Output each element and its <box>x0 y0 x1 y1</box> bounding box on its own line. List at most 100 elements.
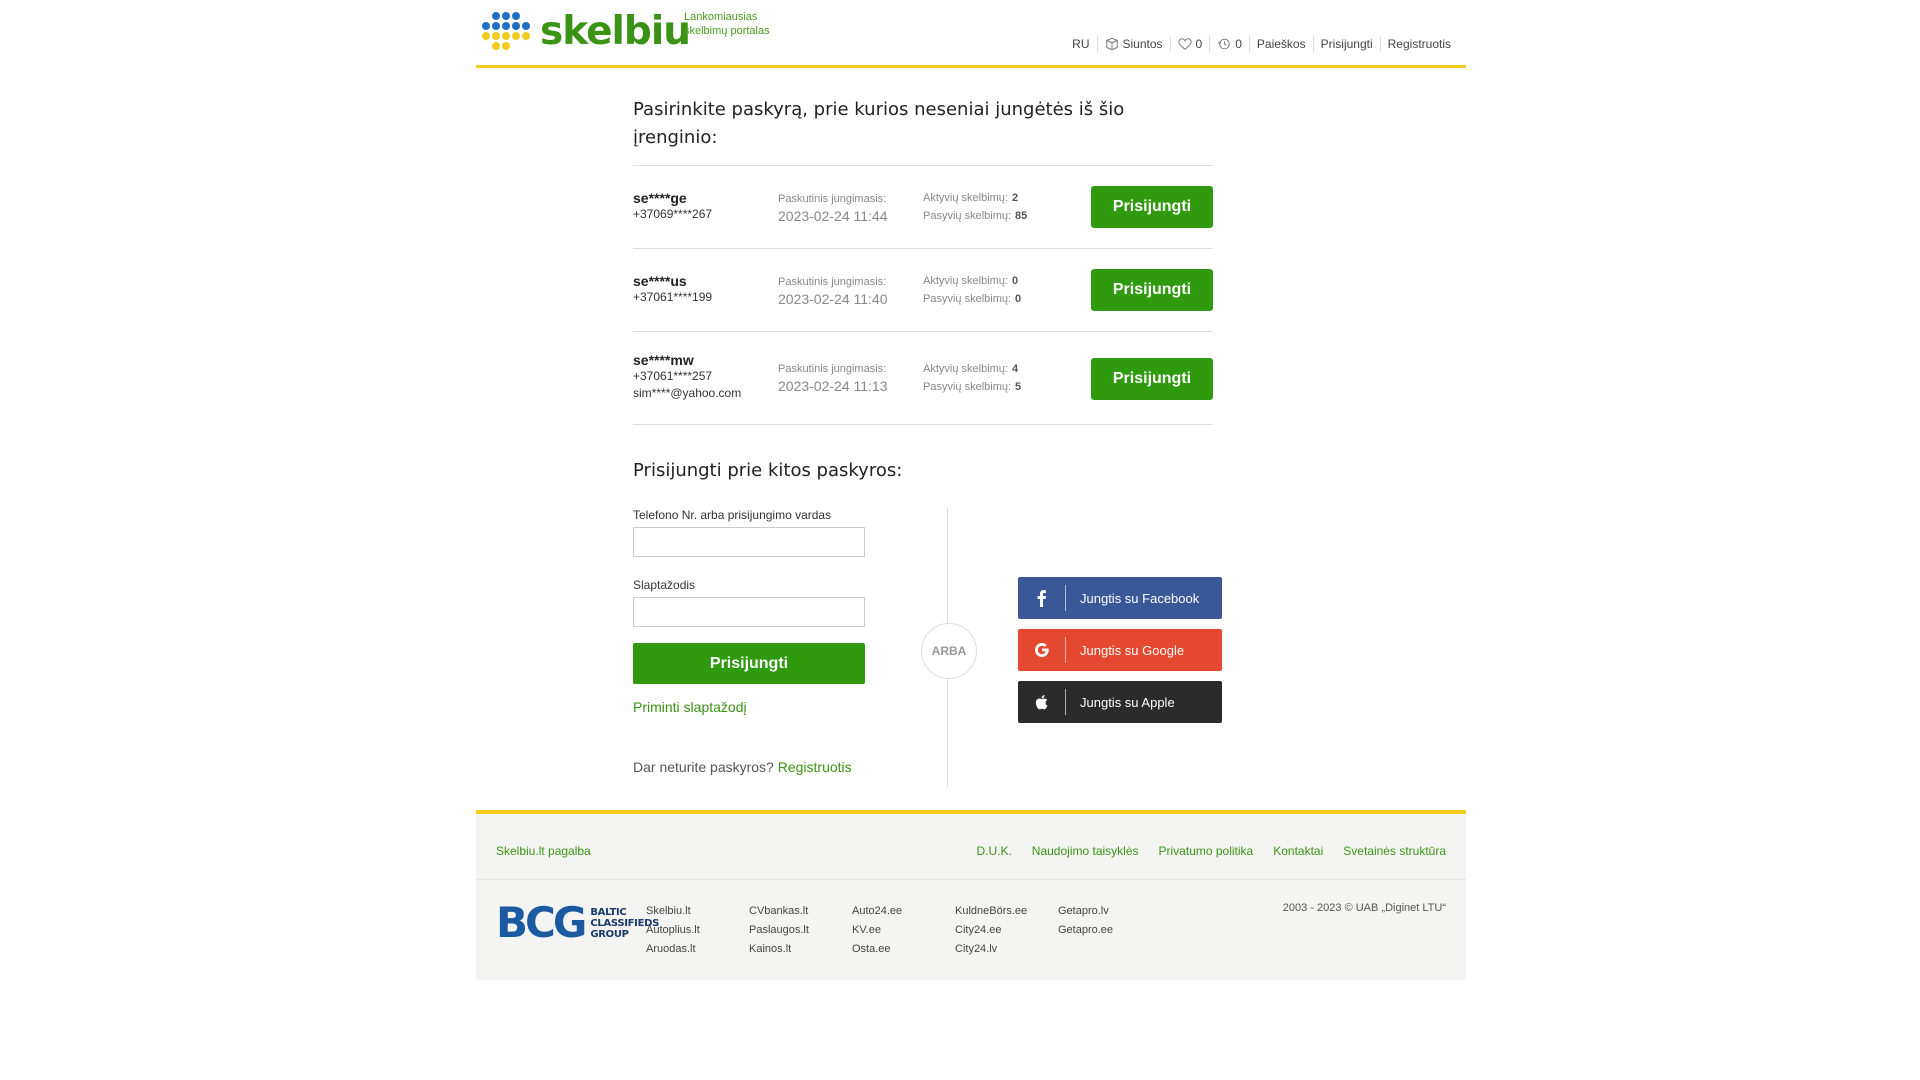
tagline-line-2: skelbimų portalas <box>684 25 770 37</box>
passive-label: Pasyvių skelbimų: <box>923 293 1012 305</box>
account-phone: +37069****267 <box>633 207 713 221</box>
site-link[interactable]: City24.lv <box>955 940 1058 959</box>
account-row: se****us +37061****199 Paskutinis jungim… <box>633 249 1213 332</box>
passive-count: 85 <box>1015 210 1028 222</box>
footer-link-contacts[interactable]: Kontaktai <box>1273 844 1323 858</box>
site-link[interactable]: Getapro.ee <box>1058 921 1161 940</box>
site-link[interactable]: Osta.ee <box>852 940 955 959</box>
google-login-button[interactable]: Jungtis su Google <box>1018 629 1222 671</box>
nav-login-label: Prisijungti <box>1320 37 1373 51</box>
logo-wordmark: skelbiu <box>540 9 691 54</box>
active-label: Aktyvių skelbimų: <box>923 363 1008 375</box>
site-link[interactable]: Auto24.ee <box>852 902 955 921</box>
or-badge: ARBA <box>921 623 977 679</box>
account-stats: Aktyvių skelbimų: 0 Pasyvių skelbimų: 0 <box>923 272 1021 308</box>
site-link[interactable]: Autoplius.lt <box>646 921 749 940</box>
nav-history[interactable]: 0 <box>1209 36 1249 52</box>
facebook-login-button[interactable]: Jungtis su Facebook <box>1018 577 1222 619</box>
account-last-login: Paskutinis jungimasis: 2023-02-24 11:13 <box>778 362 888 395</box>
site-link[interactable]: KV.ee <box>852 921 955 940</box>
main-content: Pasirinkite paskyrą, prie kurios nesenia… <box>633 96 1222 807</box>
account-identity: se****mw +37061****257 sim****@yahoo.com <box>633 352 741 402</box>
active-label: Aktyvių skelbimų: <box>923 275 1008 287</box>
footer-help-link[interactable]: Skelbiu.lt pagalba <box>496 844 591 858</box>
register-link[interactable]: Registruotis <box>778 759 852 775</box>
footer-link-privacy[interactable]: Privatumo politika <box>1159 844 1254 858</box>
site-link[interactable]: KuldneBörs.ee <box>955 902 1058 921</box>
password-input[interactable] <box>633 597 865 627</box>
nav-lang-ru[interactable]: RU <box>1065 36 1096 52</box>
site-column: Auto24.ee KV.ee Osta.ee <box>852 902 955 959</box>
box-icon <box>1105 37 1118 51</box>
logo[interactable]: skelbiu <box>480 9 691 54</box>
login-form: Telefono Nr. arba prisijungimo vardas Sl… <box>633 507 865 776</box>
site-header: skelbiu Lankomiausias skelbimų portalas … <box>476 0 1466 68</box>
active-count: 4 <box>1011 363 1019 375</box>
passive-count: 0 <box>1015 293 1022 305</box>
account-login-button[interactable]: Prisijungti <box>1091 269 1213 311</box>
footer-link-terms[interactable]: Naudojimo taisyklės <box>1032 844 1139 858</box>
nav-register-label: Registruotis <box>1387 37 1451 51</box>
last-login-value: 2023-02-24 11:13 <box>778 378 888 394</box>
site-link[interactable]: Getapro.lv <box>1058 902 1161 921</box>
last-login-value: 2023-02-24 11:40 <box>778 291 888 307</box>
site-link[interactable]: Aruodas.lt <box>646 940 749 959</box>
nav-login[interactable]: Prisijungti <box>1312 36 1380 52</box>
top-nav: RU Siuntos 0 0 Paieškos Prisijungti Regi… <box>1065 36 1458 52</box>
last-login-label: Paskutinis jungimasis: <box>778 193 887 205</box>
username-input[interactable] <box>633 527 865 557</box>
copyright: 2003 - 2023 © UAB „Diginet LTU“ <box>1282 902 1446 914</box>
apple-login-button[interactable]: Jungtis su Apple <box>1018 681 1222 723</box>
tagline-line-1: Lankomiausias <box>684 11 758 23</box>
active-count: 0 <box>1011 275 1019 287</box>
tagline: Lankomiausias skelbimų portalas <box>684 10 794 38</box>
site-link[interactable]: City24.ee <box>955 921 1058 940</box>
nav-shipments[interactable]: Siuntos <box>1096 36 1170 52</box>
nav-searches[interactable]: Paieškos <box>1248 36 1313 52</box>
recent-accounts-title: Pasirinkite paskyrą, prie kurios nesenia… <box>633 99 1125 148</box>
account-name: se****us <box>633 273 687 289</box>
site-link[interactable]: Skelbiu.lt <box>646 902 749 921</box>
heart-icon <box>1177 38 1192 50</box>
footer-top: Skelbiu.lt pagalba D.U.K. Naudojimo tais… <box>476 814 1466 880</box>
last-login-label: Paskutinis jungimasis: <box>778 363 887 375</box>
apple-login-label: Jungtis su Apple <box>1080 694 1175 710</box>
account-login-button[interactable]: Prisijungti <box>1091 358 1213 400</box>
site-column: Skelbiu.lt Autoplius.lt Aruodas.lt <box>646 902 749 959</box>
account-login-button[interactable]: Prisijungti <box>1091 186 1213 228</box>
facebook-login-label: Jungtis su Facebook <box>1080 590 1200 606</box>
footer-link-sitemap[interactable]: Svetainės struktūra <box>1343 844 1446 858</box>
google-icon <box>1018 637 1066 663</box>
account-name: se****mw <box>633 352 694 368</box>
site-link[interactable]: Paslaugos.lt <box>749 921 852 940</box>
account-row: se****mw +37061****257 sim****@yahoo.com… <box>633 332 1213 425</box>
account-stats: Aktyvių skelbimų: 4 Pasyvių skelbimų: 5 <box>923 360 1021 396</box>
nav-favorites[interactable]: 0 <box>1169 36 1210 52</box>
account-name: se****ge <box>633 190 687 206</box>
nav-register[interactable]: Registruotis <box>1379 36 1458 52</box>
last-login-value: 2023-02-24 11:44 <box>778 208 888 224</box>
account-row: se****ge +37069****267 Paskutinis jungim… <box>633 166 1213 249</box>
account-phone: +37061****199 <box>633 290 713 304</box>
logo-dots-icon <box>480 12 530 52</box>
account-email: sim****@yahoo.com <box>633 386 742 400</box>
no-account-text: Dar neturite paskyros? <box>633 759 774 775</box>
site-link[interactable]: Kainos.lt <box>749 940 852 959</box>
nav-shipments-label: Siuntos <box>1122 37 1163 51</box>
account-phone: +37061****257 <box>633 369 713 383</box>
login-submit-button[interactable]: Prisijungti <box>633 643 865 684</box>
bcg-logo[interactable]: BCG BALTIC CLASSIFIEDS GROUP <box>496 900 659 946</box>
google-login-label: Jungtis su Google <box>1080 642 1185 658</box>
footer-links: D.U.K. Naudojimo taisyklės Privatumo pol… <box>976 844 1446 858</box>
last-login-label: Paskutinis jungimasis: <box>778 276 887 288</box>
site-link[interactable]: CVbankas.lt <box>749 902 852 921</box>
remind-password-link[interactable]: Priminti slaptažodį <box>633 698 865 716</box>
apple-icon <box>1018 689 1066 715</box>
nav-lang-label: RU <box>1072 37 1090 51</box>
passive-label: Pasyvių skelbimų: <box>923 381 1012 393</box>
no-account-prompt: Dar neturite paskyros? Registruotis <box>633 758 865 776</box>
nav-searches-label: Paieškos <box>1256 37 1306 51</box>
footer-link-faq[interactable]: D.U.K. <box>976 844 1011 858</box>
login-area: Telefono Nr. arba prisijungimo vardas Sl… <box>633 507 1222 807</box>
username-label: Telefono Nr. arba prisijungimo vardas <box>633 508 832 522</box>
